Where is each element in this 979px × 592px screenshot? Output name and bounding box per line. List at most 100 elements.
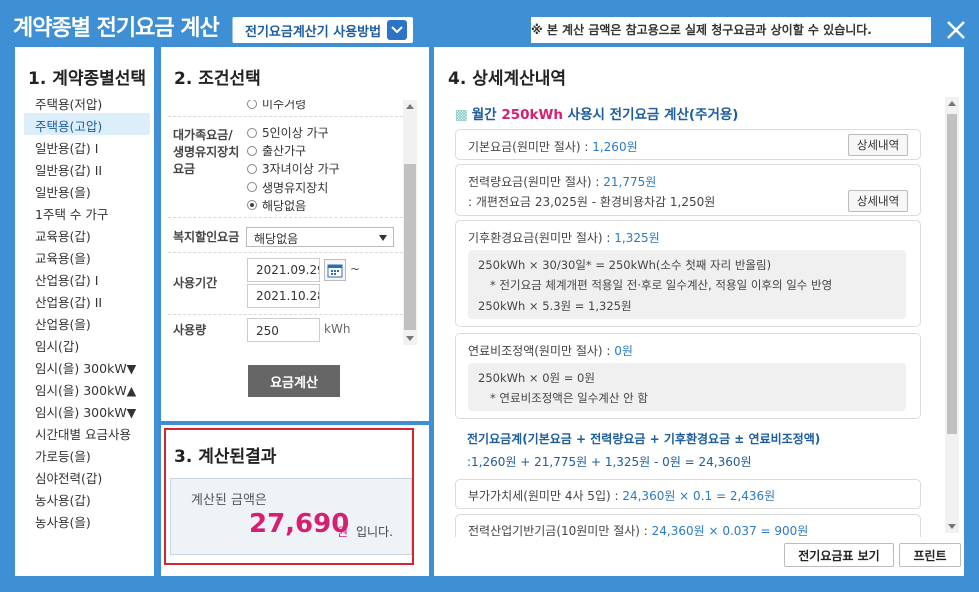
base-detail-button[interactable]: 상세내역 [848,134,908,156]
climate-fee-line: 기후환경요금(원미만 절사) : 1,325원 [468,231,660,245]
detail-title: 4. 상세계산내역 [448,69,567,89]
scroll-up-icon[interactable] [948,101,956,106]
climate-calc-2: * 전기요금 체계개편 적용일 전·후로 일수계산, 적용일 이후의 일수 반영 [490,278,833,292]
base-fee-card: 기본요금(원미만 절사) : 1,260원 상세내역 [455,129,921,160]
contract-item[interactable]: 1주택 수 가구 [24,201,150,223]
total-value: :1,260원 + 21,775원 + 1,325원 - 0원 = 24,360… [467,455,752,469]
square-bullet-icon: ▩ [455,107,468,123]
fuel-calc-2: * 연료비조정액은 일수계산 안 함 [490,391,648,405]
contract-item[interactable]: 농사용(을) [24,509,150,531]
energy-detail-button[interactable]: 상세내역 [848,190,908,212]
welfare-select[interactable]: 해당없음 [246,227,394,247]
fuel-adjust-line: 연료비조정액(원미만 절사) : 0원 [468,344,633,358]
result-box: 계산된 금액은 27,690 원 입니다. [170,478,412,555]
calculate-button[interactable]: 요금계산 [248,365,340,397]
calendar-icon[interactable] [324,259,346,281]
contract-item[interactable]: 일반용(갑) I [24,135,150,157]
usage-input[interactable]: 250 [247,318,320,342]
contract-item[interactable]: 임시(을) 300kW▼ [24,399,150,421]
discount-radio[interactable]: 3자녀이상 가구 [247,160,340,177]
period-end-input[interactable]: 2021.10.28 [247,284,320,308]
radio-dot [247,145,257,156]
fuel-adjust-calc: 250kWh × 0원 = 0원 * 연료비조정액은 일수계산 안 함 [468,363,906,411]
contract-item[interactable]: 임시(을) 300kW▲ [24,377,150,399]
welfare-label: 복지할인요금 [173,230,240,244]
result-won: 원 [337,525,349,539]
scroll-thumb[interactable] [947,114,957,434]
close-icon[interactable] [932,7,979,52]
radio-dot [247,200,257,211]
notice-text: ※ 본 계산 금액은 참고용으로 실제 청구요금과 상이할 수 있습니다. [531,17,931,43]
condition-title: 2. 조건선택 [174,69,261,89]
scroll-down-icon[interactable] [948,524,956,529]
result-label: 계산된 금액은 [191,493,267,508]
contract-item[interactable]: 임시(을) 300kW▼ [24,355,150,377]
vat-card: 부가가치세(원미만 4사 5입) : 24,360원 × 0.1 = 2,436… [455,479,921,509]
period-label: 사용기간 [173,276,218,290]
rate-table-button[interactable]: 전기요금표 보기 [784,543,894,567]
discount-radio[interactable]: 출산가구 [247,142,306,159]
contract-item[interactable]: 교육용(갑) [24,223,150,245]
usage-label: 사용량 [173,323,207,337]
scroll-down-icon[interactable] [406,336,414,341]
period-row: 사용기간 2021.09.29 ~ 2021.10.28 [168,254,403,315]
radio-dot [247,182,257,193]
discount-option-label: 5인이상 가구 [262,126,329,140]
result-amount: 27,690 [249,509,350,539]
scroll-thumb[interactable] [404,164,416,330]
usage-unit: kWh [324,322,351,336]
contract-item[interactable]: 주택용(저압) [24,91,150,113]
radio-dot [247,163,257,174]
discount-radio[interactable]: 생명유지장치 [247,179,328,196]
contract-item[interactable]: 시간대별 요금사용 [24,421,150,443]
climate-fee-card: 기후환경요금(원미만 절사) : 1,325원 250kWh × 30/30일*… [455,220,921,327]
welfare-row: 복지할인요금 해당없음 [168,219,403,253]
fund-line: 전력산업기반기금(10원미만 절사) : 24,360원 × 0.037 = 9… [468,524,809,537]
total-card: 전기요금계(기본요금 + 전력량요금 + 기후환경요금 ± 연료비조정액) :1… [455,423,921,475]
discount-label: 대가족요금/ 생명유지장치 요금 [173,128,240,176]
contract-item[interactable]: 가로등(을) [24,443,150,465]
base-fee-line: 기본요금(원미만 절사) : 1,260원 [468,140,638,154]
contract-item[interactable]: 산업용(을) [24,311,150,333]
contract-item[interactable]: 일반용(을) [24,179,150,201]
fuel-calc-1: 250kWh × 0원 = 0원 [478,371,595,385]
page-title: 계약종별 전기요금 계산 [13,16,220,41]
climate-fee-calc: 250kWh × 30/30일* = 250kWh(소수 첫째 자리 반올림) … [468,250,906,319]
result-suffix: 입니다. [356,525,393,539]
condition-scroll-area[interactable]: 미수거령 대가족요금/ 생명유지장치 요금 5인이상 가구출산가구 3자녀이상 가… [168,100,418,345]
total-label: 전기요금계(기본요금 + 전력량요금 + 기후환경요금 ± 연료비조정액) [467,432,821,446]
scroll-up-icon[interactable] [406,104,414,109]
discount-option-label: 3자녀이상 가구 [262,162,340,177]
climate-calc-3: 250kWh × 5.3원 = 1,325원 [478,299,632,313]
print-button[interactable]: 프린트 [899,543,961,567]
result-title: 3. 계산된결과 [174,447,277,467]
discount-radio[interactable]: 5인이상 가구 [247,124,329,141]
partial-option-row: 미수거령 [168,100,403,117]
contract-item[interactable]: 산업용(갑) II [24,289,150,311]
detail-scrollbar[interactable] [945,97,959,533]
contract-item[interactable]: 주택용(고압) [24,113,150,135]
discount-option-label: 해당없음 [262,198,307,213]
contract-item[interactable]: 심야전력(갑) [24,465,150,487]
contract-title: 1. 계약종별선택 [28,69,147,89]
energy-fee-line: 전력량요금(원미만 절사) : 21,775원 [468,175,657,189]
contract-item[interactable]: 일반용(갑) II [24,157,150,179]
contract-item[interactable]: 임시(갑) [24,333,150,355]
detail-scroll-area[interactable]: ▩ 월간 250kWh 사용시 전기요금 계산(주거용) 기본요금(원미만 절사)… [455,97,935,537]
radio-dot [247,127,257,138]
fund-card: 전력산업기반기금(10원미만 절사) : 24,360원 × 0.037 = 9… [455,514,921,537]
howto-dropdown[interactable]: 전기요금계산기 사용방법 [232,17,414,43]
vat-line: 부가가치세(원미만 4사 5입) : 24,360원 × 0.1 = 2,436… [468,489,776,503]
fuel-adjust-card: 연료비조정액(원미만 절사) : 0원 250kWh × 0원 = 0원 * 연… [455,333,921,419]
detail-heading: ▩ 월간 250kWh 사용시 전기요금 계산(주거용) [455,107,739,123]
howto-label: 전기요금계산기 사용방법 [245,24,382,40]
contract-item[interactable]: 산업용(갑) I [24,267,150,289]
contract-item[interactable]: 교육용(을) [24,245,150,267]
contract-item[interactable]: 농사용(갑) [24,487,150,509]
radio-dot [247,100,257,109]
discount-radio[interactable]: 해당없음 [247,197,306,214]
condition-scrollbar[interactable] [403,100,417,345]
period-start-input[interactable]: 2021.09.29 [247,258,320,282]
contract-panel: 1. 계약종별선택 주택용(저압) 주택용(고압) 일반용(갑) I 일반용(갑) I… [15,47,154,576]
radio-partial[interactable]: 미수거령 [247,100,306,112]
